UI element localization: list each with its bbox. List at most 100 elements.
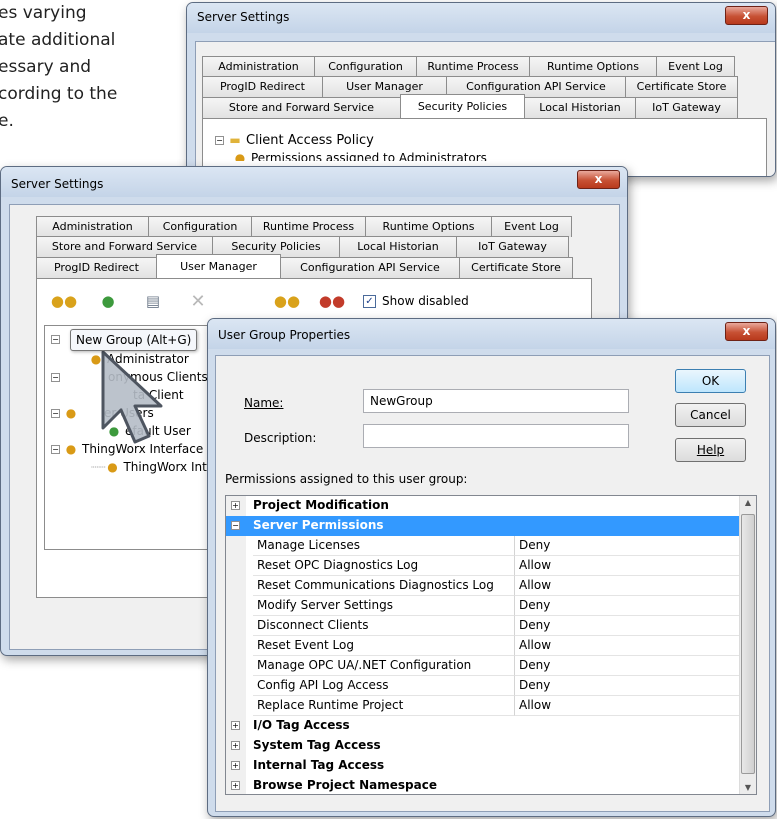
user-tree[interactable]: − ● Administrator − onymous Clients ta Cli… — [44, 325, 224, 550]
server-settings-window-back: Server Settings x Administration Configu… — [186, 2, 776, 177]
category-server-permissions[interactable]: − Server Permissions — [226, 516, 739, 536]
scroll-thumb[interactable] — [741, 514, 755, 774]
permission-row[interactable]: Modify Server Settings Deny — [226, 596, 739, 616]
tab-event-log[interactable]: Event Log — [656, 56, 735, 77]
permission-row[interactable]: Config API Log Access Deny — [226, 676, 739, 696]
import-users-icon[interactable]: ●● — [274, 289, 300, 313]
collapse-icon[interactable]: − — [51, 373, 60, 382]
permission-value[interactable]: Deny — [515, 536, 739, 556]
category-browse-project-namespace[interactable]: + Browse Project Namespace — [226, 776, 739, 794]
tab-certificate-store[interactable]: Certificate Store — [459, 257, 573, 278]
tab-runtime-options[interactable]: Runtime Options — [529, 56, 657, 77]
window-title: Server Settings — [11, 177, 104, 191]
tab-runtime-options[interactable]: Runtime Options — [365, 216, 492, 237]
category-system-tag-access[interactable]: + System Tag Access — [226, 736, 739, 756]
export-users-icon[interactable]: ●● — [319, 289, 345, 313]
new-user-icon[interactable]: ● — [95, 289, 121, 313]
bg-line: ate additional — [0, 30, 116, 50]
bg-line: cording to the — [0, 84, 118, 104]
tab-certificate-store[interactable]: Certificate Store — [625, 76, 738, 97]
tab-runtime-process[interactable]: Runtime Process — [251, 216, 366, 237]
grid-scrollbar[interactable]: ▲ ▼ — [739, 496, 756, 794]
tree-item-label: ThingWorx Inter — [123, 460, 220, 474]
expand-icon[interactable]: + — [231, 721, 240, 730]
collapse-icon[interactable]: − — [215, 136, 224, 145]
category-label: Server Permissions — [253, 518, 384, 532]
show-disabled-checkbox[interactable]: ✓ — [363, 295, 376, 308]
tab-configuration[interactable]: Configuration — [314, 56, 417, 77]
permission-row[interactable]: Reset OPC Diagnostics Log Allow — [226, 556, 739, 576]
permission-row[interactable]: Manage Licenses Deny — [226, 536, 739, 556]
tab-progid-redirect[interactable]: ProgID Redirect — [202, 76, 323, 97]
tab-progid-redirect[interactable]: ProgID Redirect — [36, 257, 157, 278]
tab-event-log[interactable]: Event Log — [491, 216, 572, 237]
tab-iot-gateway[interactable]: IoT Gateway — [635, 97, 738, 118]
tab-store-and-forward[interactable]: Store and Forward Service — [202, 97, 401, 118]
permission-row[interactable]: Manage OPC UA/.NET Configuration Deny — [226, 656, 739, 676]
tree-user-thingworx[interactable]: ┈┈ ● ThingWorx Inter — [91, 458, 219, 476]
permission-value[interactable]: Deny — [515, 656, 739, 676]
tab-configuration[interactable]: Configuration — [148, 216, 252, 237]
close-button[interactable]: x — [725, 6, 768, 25]
permission-name: Modify Server Settings — [253, 596, 515, 616]
delete-icon[interactable]: ✕ — [185, 289, 211, 313]
permission-value[interactable]: Deny — [515, 616, 739, 636]
name-field[interactable]: NewGroup — [363, 389, 629, 413]
user-group-icon: ● — [234, 151, 246, 161]
expand-icon[interactable]: + — [231, 741, 240, 750]
tree-group-admins[interactable]: − — [51, 330, 64, 348]
properties-icon[interactable]: ▤ — [140, 289, 166, 313]
permissions-grid[interactable]: + Project Modification − Server Permissi… — [225, 495, 757, 795]
tab-administration[interactable]: Administration — [36, 216, 149, 237]
permission-value[interactable]: Allow — [515, 636, 739, 656]
collapse-icon[interactable]: − — [51, 409, 60, 418]
permission-value[interactable]: Allow — [515, 576, 739, 596]
permission-row[interactable]: Replace Runtime Project Allow — [226, 696, 739, 716]
tab-user-manager[interactable]: User Manager — [156, 254, 281, 278]
close-button[interactable]: x — [577, 170, 620, 189]
tab-administration[interactable]: Administration — [202, 56, 315, 77]
permission-value[interactable]: Deny — [515, 676, 739, 696]
expand-icon[interactable]: + — [231, 781, 240, 790]
collapse-icon[interactable]: − — [231, 521, 240, 530]
permission-value[interactable]: Deny — [515, 596, 739, 616]
tab-row-2: Store and Forward Service Security Polic… — [36, 236, 569, 257]
tab-runtime-process[interactable]: Runtime Process — [416, 56, 530, 77]
category-label: I/O Tag Access — [253, 718, 350, 732]
collapse-icon[interactable]: − — [51, 445, 60, 454]
scroll-up-icon[interactable]: ▲ — [740, 498, 756, 507]
bg-line: es varying — [0, 3, 87, 23]
permission-value[interactable]: Allow — [515, 696, 739, 716]
category-io-tag-access[interactable]: + I/O Tag Access — [226, 716, 739, 736]
permission-row[interactable]: Reset Communications Diagnostics Log All… — [226, 576, 739, 596]
titlebar: Server Settings x — [187, 3, 775, 33]
expand-icon[interactable]: + — [231, 501, 240, 510]
collapse-icon[interactable]: − — [51, 335, 60, 344]
category-internal-tag-access[interactable]: + Internal Tag Access — [226, 756, 739, 776]
tab-row-1: Administration Configuration Runtime Pro… — [202, 56, 735, 77]
expand-icon[interactable]: + — [231, 761, 240, 770]
name-label: Name: — [244, 396, 284, 410]
permission-row[interactable]: Disconnect Clients Deny — [226, 616, 739, 636]
cancel-button[interactable]: Cancel — [675, 403, 746, 427]
category-project-modification[interactable]: + Project Modification — [226, 496, 739, 516]
tab-local-historian[interactable]: Local Historian — [339, 236, 457, 257]
scroll-down-icon[interactable]: ▼ — [740, 783, 756, 792]
ok-button[interactable]: OK — [675, 369, 746, 393]
tree-item-permissions-admin[interactable]: ● Permissions assigned to Administrators — [233, 149, 487, 161]
tab-security-policies[interactable]: Security Policies — [400, 94, 525, 118]
permission-name: Reset Event Log — [253, 636, 515, 656]
description-field[interactable] — [363, 424, 629, 448]
category-label: Project Modification — [253, 498, 389, 512]
tab-iot-gateway[interactable]: IoT Gateway — [456, 236, 569, 257]
close-button[interactable]: x — [725, 322, 768, 341]
tree-item-client-access-policy[interactable]: − ▬ Client Access Policy — [215, 131, 374, 149]
new-group-icon[interactable]: ●● — [51, 289, 77, 313]
permission-row[interactable]: Reset Event Log Allow — [226, 636, 739, 656]
tab-configuration-api-service[interactable]: Configuration API Service — [280, 257, 460, 278]
help-button[interactable]: Help — [675, 438, 746, 462]
tab-local-historian[interactable]: Local Historian — [524, 97, 636, 118]
permission-name: Config API Log Access — [253, 676, 515, 696]
permission-value[interactable]: Allow — [515, 556, 739, 576]
user-icon: ● — [107, 460, 118, 474]
